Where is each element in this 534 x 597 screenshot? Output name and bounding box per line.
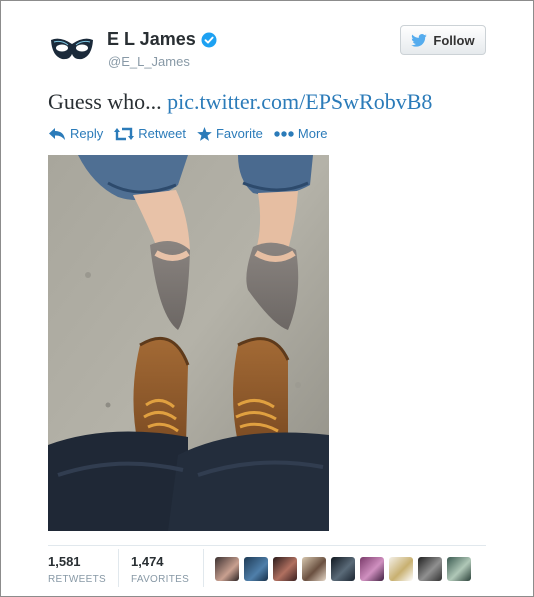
- more-dots-icon: [274, 130, 294, 137]
- user-name[interactable]: E L James: [107, 29, 217, 50]
- twitter-bird-icon: [411, 33, 428, 47]
- avatar[interactable]: [48, 26, 96, 74]
- more-label: More: [297, 126, 328, 141]
- favoriter-avatar[interactable]: [215, 557, 239, 581]
- tweet-text: Guess who... pic.twitter.com/EPSwRobvB8: [48, 89, 432, 115]
- retweets-count: 1,581: [48, 554, 81, 569]
- tweet-pic-link[interactable]: pic.twitter.com/EPSwRobvB8: [167, 89, 432, 114]
- feet-photo-image: [48, 155, 329, 531]
- favorites-stat[interactable]: 1,474 FAVORITES: [131, 554, 189, 585]
- masquerade-mask-icon: [48, 26, 96, 74]
- more-button[interactable]: More: [274, 126, 328, 141]
- tweet-photo[interactable]: [48, 155, 329, 531]
- favoriter-avatar[interactable]: [360, 557, 384, 581]
- verified-badge-icon: [201, 32, 217, 47]
- reply-button[interactable]: Reply: [48, 126, 103, 141]
- favoriter-avatar[interactable]: [244, 557, 268, 581]
- retweets-stat[interactable]: 1,581 RETWEETS: [48, 554, 106, 585]
- tweet-body: Guess who...: [48, 89, 162, 114]
- retweet-label: Retweet: [138, 126, 186, 141]
- follow-button-label: Follow: [433, 32, 475, 48]
- user-name-text: E L James: [107, 29, 196, 49]
- favoriter-avatar[interactable]: [447, 557, 471, 581]
- favoriter-avatar[interactable]: [331, 557, 355, 581]
- favoriters-avatars: [215, 557, 471, 581]
- favoriter-avatar[interactable]: [273, 557, 297, 581]
- tweet-actions: Reply Retweet Favorite More: [48, 126, 339, 141]
- favorites-count: 1,474: [131, 554, 164, 569]
- favorite-button[interactable]: Favorite: [197, 126, 263, 141]
- favoriter-avatar[interactable]: [302, 557, 326, 581]
- reply-icon: [49, 127, 65, 140]
- stats-separator: [118, 549, 119, 587]
- favoriter-avatar[interactable]: [418, 557, 442, 581]
- favoriter-avatar[interactable]: [389, 557, 413, 581]
- user-handle[interactable]: @E_L_James: [108, 54, 190, 69]
- reply-label: Reply: [70, 126, 104, 141]
- favorite-label: Favorite: [215, 126, 263, 141]
- retweet-icon: [114, 127, 135, 140]
- retweets-label: RETWEETS: [48, 574, 106, 585]
- favorites-label: FAVORITES: [131, 574, 190, 585]
- stats-separator: [203, 549, 204, 587]
- stats-divider: [48, 545, 486, 546]
- follow-button[interactable]: Follow: [400, 25, 486, 55]
- star-icon: [197, 126, 212, 141]
- retweet-button[interactable]: Retweet: [114, 126, 186, 141]
- tweet-card: E L James @E_L_James Follow Guess who...…: [0, 0, 534, 597]
